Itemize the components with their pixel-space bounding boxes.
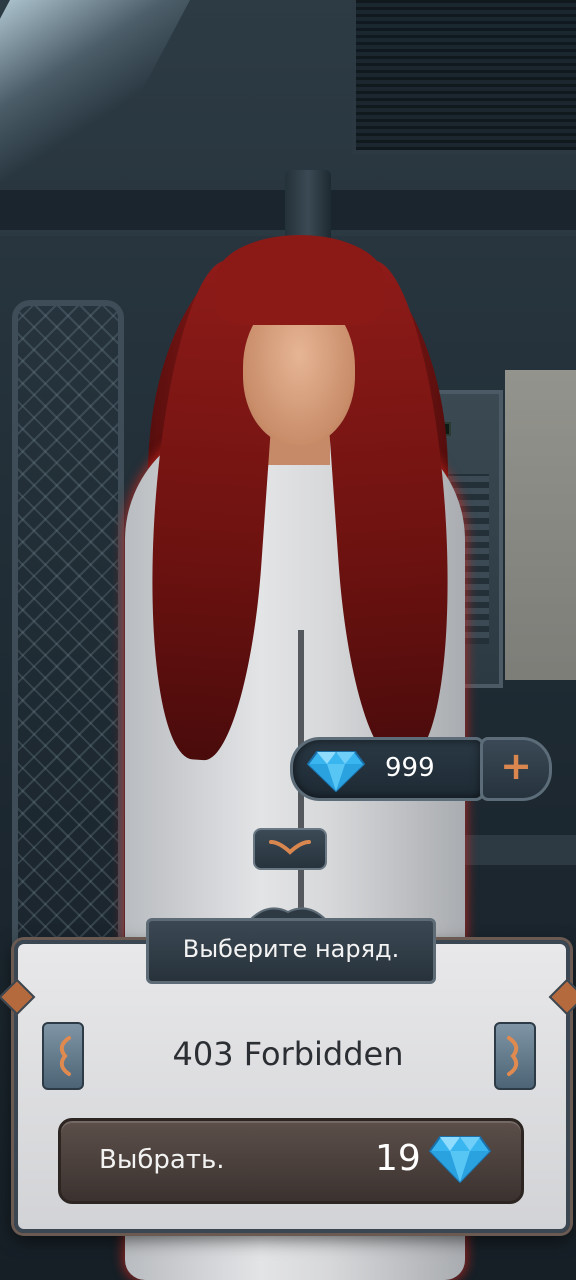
select-button-label: Выбрать.: [99, 1145, 225, 1175]
gem-count: 999: [385, 753, 435, 783]
panel-title-tab: Выберите наряд.: [146, 918, 436, 984]
outfit-name: 403 Forbidden: [172, 1035, 404, 1073]
diamond-icon: [307, 751, 365, 792]
ceiling-light: [0, 0, 191, 210]
outfit-price: 19: [375, 1138, 421, 1179]
panel-corner-ornament-right: [548, 978, 576, 1016]
diamond-icon: [429, 1136, 491, 1183]
select-outfit-button[interactable]: Выбрать. 19: [58, 1118, 524, 1204]
chain-link-fence: [12, 300, 124, 952]
ceiling-vent: [352, 0, 576, 154]
next-outfit-button[interactable]: [494, 1022, 536, 1090]
chevron-down-icon: [269, 840, 311, 855]
gem-balance-pill: 999: [290, 737, 484, 801]
gem-balance-bar: 999 +: [290, 737, 552, 801]
character-hair-top: [215, 235, 385, 325]
add-gems-button[interactable]: +: [480, 737, 552, 801]
collapse-panel-button[interactable]: [253, 828, 327, 870]
wall-papers: [505, 370, 576, 680]
chevron-left-icon: [59, 1036, 71, 1076]
chevron-right-icon: [507, 1036, 519, 1076]
panel-title: Выберите наряд.: [182, 935, 400, 963]
previous-outfit-button[interactable]: [42, 1022, 84, 1090]
plus-icon: +: [500, 744, 532, 788]
